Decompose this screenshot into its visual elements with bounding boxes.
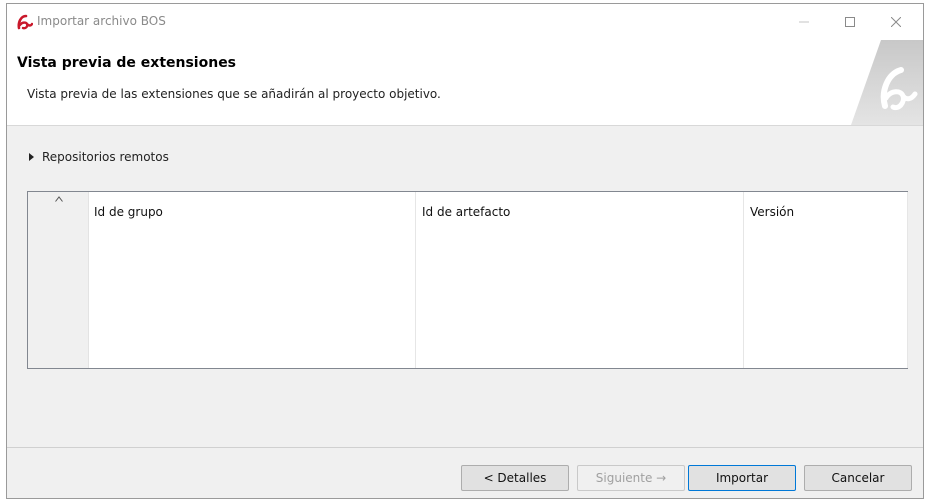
column-header-group-id[interactable]: Id de grupo — [94, 205, 163, 219]
dialog-window: Importar archivo BOS Vista previa de ext… — [6, 3, 924, 499]
page-title: Vista previa de extensiones — [17, 55, 237, 71]
import-button[interactable]: Importar — [688, 465, 796, 491]
extensions-table: Id de grupo Id de artefacto Versión — [27, 191, 908, 369]
close-icon — [891, 17, 901, 27]
title-bar: Importar archivo BOS — [7, 4, 923, 40]
bonita-logo-icon — [17, 14, 34, 30]
column-header-artifact-id[interactable]: Id de artefacto — [422, 205, 510, 219]
remote-repositories-toggle[interactable]: Repositorios remotos — [29, 150, 169, 164]
cancel-button[interactable]: Cancelar — [804, 465, 912, 491]
sort-ascending-icon[interactable] — [55, 196, 63, 202]
remote-repositories-label: Repositorios remotos — [42, 150, 169, 164]
next-button[interactable]: Siguiente → — [577, 465, 685, 491]
page-subtitle: Vista previa de las extensiones que se a… — [27, 87, 441, 101]
footer-divider — [7, 447, 923, 448]
column-version[interactable]: Versión — [744, 192, 908, 368]
column-group-id[interactable]: Id de grupo — [88, 192, 416, 368]
column-header-version[interactable]: Versión — [750, 205, 794, 219]
minimize-icon — [799, 21, 809, 23]
header-logo-icon — [851, 40, 923, 125]
window-title: Importar archivo BOS — [37, 14, 166, 28]
expand-arrow-icon — [29, 153, 34, 161]
column-artifact-id[interactable]: Id de artefacto — [416, 192, 744, 368]
maximize-icon — [845, 17, 855, 27]
details-button[interactable]: < Detalles — [461, 465, 569, 491]
close-button[interactable] — [873, 4, 919, 40]
minimize-button[interactable] — [781, 4, 827, 40]
maximize-button[interactable] — [827, 4, 873, 40]
row-header-column — [28, 192, 89, 368]
wizard-header: Vista previa de extensiones Vista previa… — [7, 40, 923, 126]
